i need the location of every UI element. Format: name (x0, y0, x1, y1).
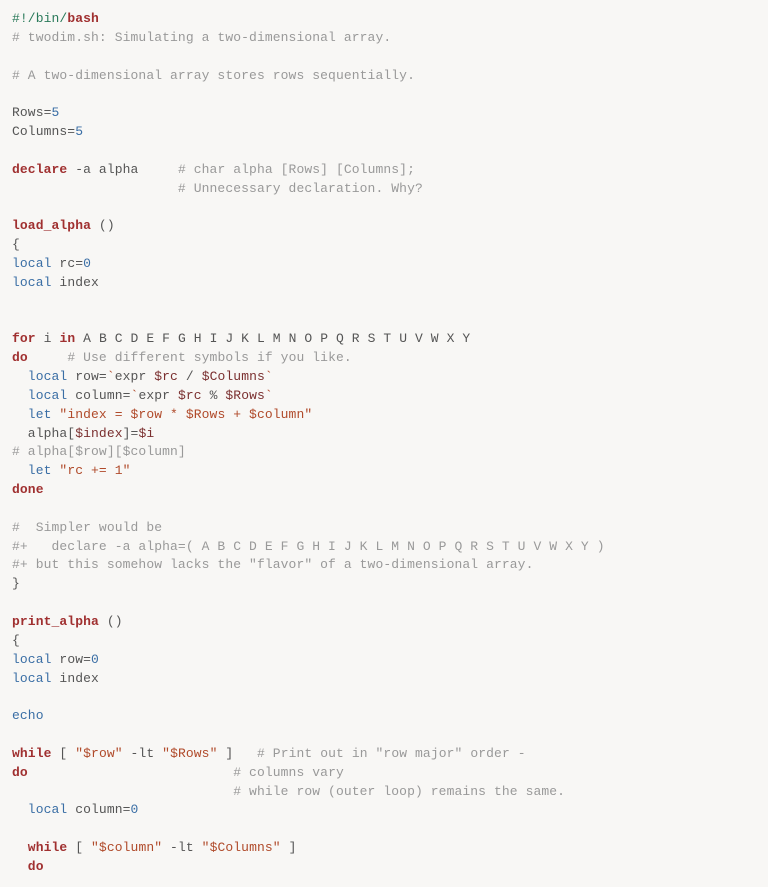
code-line: do # columns vary (12, 764, 756, 783)
code-line: # Simpler would be (12, 519, 756, 538)
code-line: do # Use different symbols if you like. (12, 349, 756, 368)
code-line: # while row (outer loop) remains the sam… (12, 783, 756, 802)
code-line: local column=0 (12, 801, 756, 820)
code-line: # Unnecessary declaration. Why? (12, 180, 756, 199)
code-line: print_alpha () (12, 613, 756, 632)
code-line: } (12, 575, 756, 594)
code-line: while [ "$row" -lt "$Rows" ] # Print out… (12, 745, 756, 764)
code-line: #!/bin/bash (12, 10, 756, 29)
code-line: { (12, 632, 756, 651)
code-line: declare -a alpha # char alpha [Rows] [Co… (12, 161, 756, 180)
code-line: local row=`expr $rc / $Columns` (12, 368, 756, 387)
code-line: Columns=5 (12, 123, 756, 142)
code-line: let "index = $row * $Rows + $column" (12, 406, 756, 425)
code-line: # A two-dimensional array stores rows se… (12, 67, 756, 86)
code-line: do (12, 858, 756, 877)
code-line: local column=`expr $rc % $Rows` (12, 387, 756, 406)
code-line: while [ "$column" -lt "$Columns" ] (12, 839, 756, 858)
code-line: local row=0 (12, 651, 756, 670)
code-line: for i in A B C D E F G H I J K L M N O P… (12, 330, 756, 349)
code-line: #+ but this somehow lacks the "flavor" o… (12, 556, 756, 575)
code-line: echo (12, 707, 756, 726)
code-line: local index (12, 274, 756, 293)
code-line: load_alpha () (12, 217, 756, 236)
code-line: let "rc += 1" (12, 462, 756, 481)
code-line: # twodim.sh: Simulating a two-dimensiona… (12, 29, 756, 48)
code-line: #+ declare -a alpha=( A B C D E F G H I … (12, 538, 756, 557)
code-line: local rc=0 (12, 255, 756, 274)
code-line: # alpha[$row][$column] (12, 443, 756, 462)
code-block: #!/bin/bash # twodim.sh: Simulating a tw… (12, 10, 756, 877)
code-line: { (12, 236, 756, 255)
code-line: Rows=5 (12, 104, 756, 123)
code-line: alpha[$index]=$i (12, 425, 756, 444)
code-line: done (12, 481, 756, 500)
